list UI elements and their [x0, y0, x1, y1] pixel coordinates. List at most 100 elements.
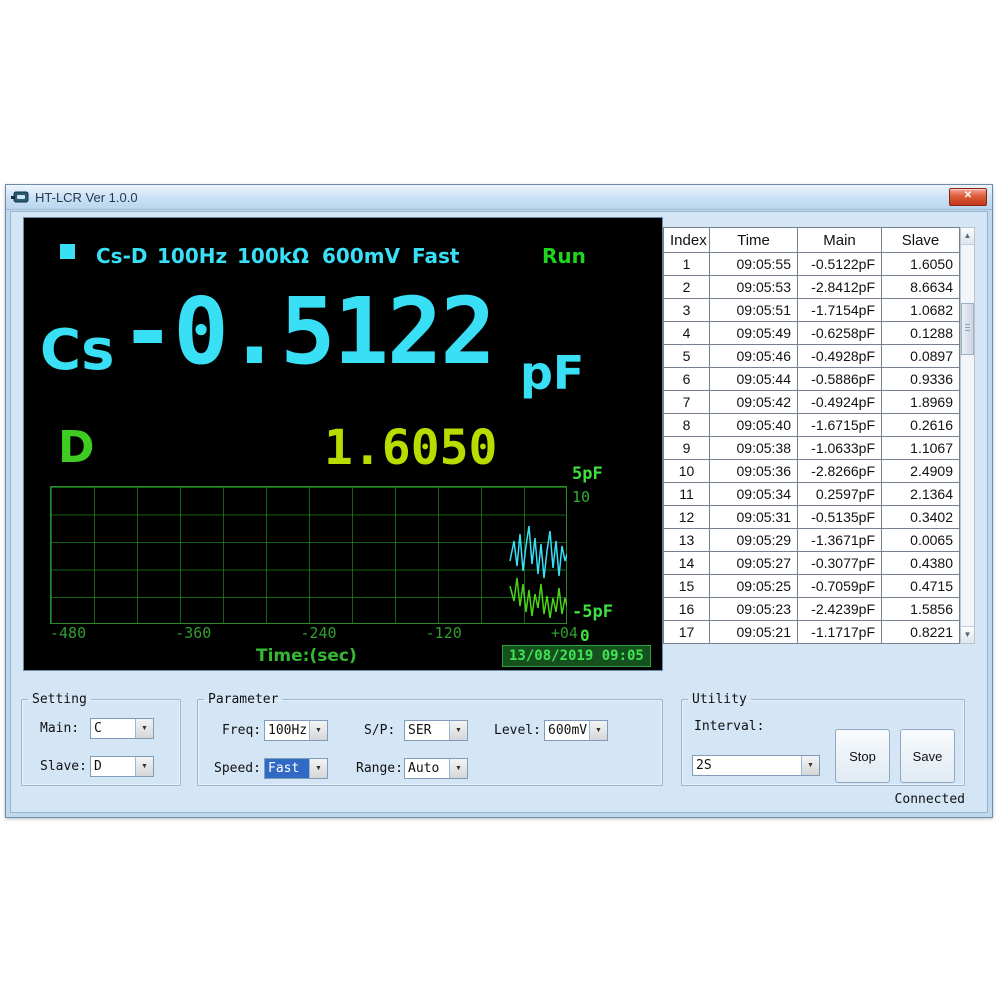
cell-time: 09:05:25 [710, 575, 798, 598]
cell-main: -1.3671pF [798, 529, 882, 552]
slave-combo-value: D [91, 757, 135, 776]
y-axis-top-unit-label: 5pF [572, 464, 603, 484]
cell-main: -0.5122pF [798, 253, 882, 276]
cell-time: 09:05:44 [710, 368, 798, 391]
cell-time: 09:05:27 [710, 552, 798, 575]
interval-combo[interactable]: 2S ▼ [692, 755, 820, 776]
table-row[interactable]: 909:05:38-1.0633pF1.1067 [664, 437, 960, 460]
cell-index: 13 [664, 529, 710, 552]
dropdown-arrow-icon[interactable]: ▼ [135, 757, 153, 776]
cell-slave: 0.0065 [882, 529, 960, 552]
stop-button[interactable]: Stop [835, 729, 890, 783]
cell-slave: 1.6050 [882, 253, 960, 276]
lcd-display: Cs-D 100Hz 100kΩ 600mV Fast Run Cs -0.51… [23, 217, 663, 671]
status-frequency: 100Hz [157, 244, 227, 268]
freq-combo[interactable]: 100Hz ▼ [264, 720, 328, 741]
scroll-down-button[interactable]: ▼ [961, 626, 974, 643]
cell-slave: 0.4380 [882, 552, 960, 575]
table-row[interactable]: 109:05:55-0.5122pF1.6050 [664, 253, 960, 276]
cell-index: 14 [664, 552, 710, 575]
cell-slave: 0.0897 [882, 345, 960, 368]
slave-combo[interactable]: D ▼ [90, 756, 154, 777]
table-row[interactable]: 1509:05:25-0.7059pF0.4715 [664, 575, 960, 598]
cell-main: -0.6258pF [798, 322, 882, 345]
scroll-up-button[interactable]: ▲ [961, 228, 974, 245]
scrollbar-thumb[interactable] [961, 303, 974, 355]
table-row[interactable]: 1109:05:340.2597pF2.1364 [664, 483, 960, 506]
y-axis-top-label: 10 [572, 488, 590, 506]
cell-index: 11 [664, 483, 710, 506]
cell-time: 09:05:53 [710, 276, 798, 299]
level-combo-value: 600mV [545, 721, 589, 740]
cell-slave: 2.1364 [882, 483, 960, 506]
cell-index: 12 [664, 506, 710, 529]
cell-time: 09:05:31 [710, 506, 798, 529]
dropdown-arrow-icon[interactable]: ▼ [589, 721, 607, 740]
table-header-row: Index Time Main Slave [664, 228, 960, 253]
table-row[interactable]: 409:05:49-0.6258pF0.1288 [664, 322, 960, 345]
table-row[interactable]: 1209:05:31-0.5135pF0.3402 [664, 506, 960, 529]
cell-main: -0.3077pF [798, 552, 882, 575]
utility-legend: Utility [688, 692, 751, 707]
cell-time: 09:05:42 [710, 391, 798, 414]
table-row[interactable]: 509:05:46-0.4928pF0.0897 [664, 345, 960, 368]
main-reading-label: Cs [40, 318, 114, 383]
cell-slave: 2.4909 [882, 460, 960, 483]
table-row[interactable]: 209:05:53-2.8412pF8.6634 [664, 276, 960, 299]
table-row[interactable]: 1009:05:36-2.8266pF2.4909 [664, 460, 960, 483]
table-row[interactable]: 709:05:42-0.4924pF1.8969 [664, 391, 960, 414]
setting-legend: Setting [28, 692, 91, 707]
app-window: HT-LCR Ver 1.0.0 ✕ Cs-D 100Hz 100kΩ 600m… [5, 184, 993, 818]
slave-waveform [510, 578, 567, 618]
header-slave: Slave [882, 228, 960, 253]
save-button[interactable]: Save [900, 729, 955, 783]
cell-main: -0.4928pF [798, 345, 882, 368]
table-row[interactable]: 1409:05:27-0.3077pF0.4380 [664, 552, 960, 575]
titlebar[interactable]: HT-LCR Ver 1.0.0 ✕ [6, 185, 992, 210]
cell-index: 16 [664, 598, 710, 621]
dropdown-arrow-icon[interactable]: ▼ [309, 759, 327, 778]
main-reading-unit: pF [520, 346, 584, 400]
x-axis-label: -240 [300, 624, 336, 642]
dropdown-arrow-icon[interactable]: ▼ [135, 719, 153, 738]
header-time: Time [710, 228, 798, 253]
dropdown-arrow-icon[interactable]: ▼ [309, 721, 327, 740]
close-button[interactable]: ✕ [949, 188, 987, 206]
measurement-table: Index Time Main Slave 109:05:55-0.5122pF… [663, 227, 960, 644]
table-row[interactable]: 1309:05:29-1.3671pF0.0065 [664, 529, 960, 552]
speed-label: Speed: [214, 761, 261, 776]
header-index: Index [664, 228, 710, 253]
cell-index: 4 [664, 322, 710, 345]
cell-main: -1.7154pF [798, 299, 882, 322]
table-scrollbar[interactable]: ▲ ▼ [960, 227, 975, 644]
status-speed: Fast [412, 244, 459, 268]
cell-time: 09:05:55 [710, 253, 798, 276]
measurement-table-area: Index Time Main Slave 109:05:55-0.5122pF… [663, 227, 975, 644]
dropdown-arrow-icon[interactable]: ▼ [801, 756, 819, 775]
freq-label: Freq: [222, 723, 261, 738]
sp-combo[interactable]: SER ▼ [404, 720, 468, 741]
table-row[interactable]: 309:05:51-1.7154pF1.0682 [664, 299, 960, 322]
table-row[interactable]: 1709:05:21-1.1717pF0.8221 [664, 621, 960, 644]
x-axis-label: -480 [50, 624, 86, 642]
table-row[interactable]: 609:05:44-0.5886pF0.9336 [664, 368, 960, 391]
cell-slave: 0.1288 [882, 322, 960, 345]
level-combo[interactable]: 600mV ▼ [544, 720, 608, 741]
cell-time: 09:05:34 [710, 483, 798, 506]
speed-combo[interactable]: Fast ▼ [264, 758, 328, 779]
cell-index: 5 [664, 345, 710, 368]
main-combo-value: C [91, 719, 135, 738]
scrollbar-track[interactable] [961, 245, 974, 626]
dropdown-arrow-icon[interactable]: ▼ [449, 721, 467, 740]
range-combo[interactable]: Auto ▼ [404, 758, 468, 779]
cell-main: -0.5886pF [798, 368, 882, 391]
table-row[interactable]: 809:05:40-1.6715pF0.2616 [664, 414, 960, 437]
cell-index: 9 [664, 437, 710, 460]
cell-main: -2.4239pF [798, 598, 882, 621]
cell-slave: 0.3402 [882, 506, 960, 529]
utility-group: Utility Interval: 2S ▼ Stop Save [681, 692, 965, 786]
dropdown-arrow-icon[interactable]: ▼ [449, 759, 467, 778]
main-combo[interactable]: C ▼ [90, 718, 154, 739]
cell-slave: 0.8221 [882, 621, 960, 644]
table-row[interactable]: 1609:05:23-2.4239pF1.5856 [664, 598, 960, 621]
